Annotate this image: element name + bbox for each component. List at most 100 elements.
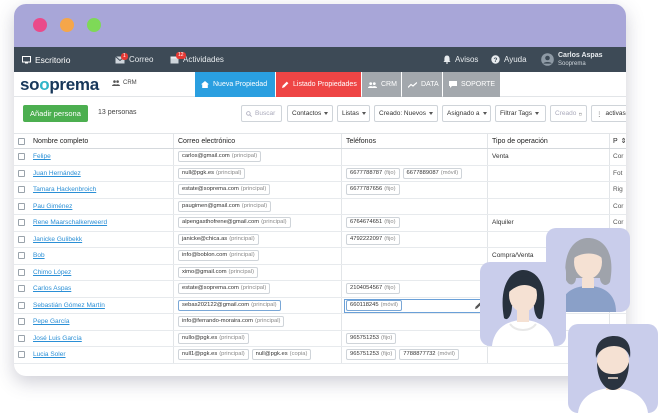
email-chip[interactable]: paugimen@gmail.com (principal) bbox=[178, 200, 272, 212]
email-chip[interactable]: null1@pgk.es (principal) bbox=[178, 349, 249, 361]
table-row[interactable]: Felipe carlos@gmail.com (principal) Venta Co… bbox=[14, 149, 626, 166]
lists-filter[interactable]: Listas bbox=[337, 105, 370, 122]
header-email[interactable]: Correo electrónico bbox=[178, 134, 338, 148]
phone-chip[interactable]: 965751253 (fijo) bbox=[346, 349, 397, 361]
nav-activities[interactable]: 12 Actividades bbox=[170, 47, 224, 72]
row-checkbox[interactable] bbox=[18, 169, 25, 177]
nav-desk[interactable]: Escritorio bbox=[22, 47, 70, 72]
user-menu[interactable]: Carlos Aspas Sooprema bbox=[541, 47, 602, 72]
email-cell[interactable]: estate@soprema.com (principal) bbox=[178, 281, 340, 297]
row-checkbox[interactable] bbox=[18, 202, 25, 210]
contacts-filter[interactable]: Contactos bbox=[287, 105, 333, 122]
person-name-link[interactable]: Juan Hernández bbox=[33, 170, 81, 177]
email-cell[interactable]: sebas202122@gmail.com (principal) bbox=[178, 298, 340, 314]
tab-support[interactable]: SOPORTE bbox=[443, 72, 500, 97]
phone-cell[interactable]: 965751253 (fijo) 7788877732 (móvil) bbox=[346, 347, 486, 363]
email-chip[interactable]: estate@soprema.com (principal) bbox=[178, 283, 271, 295]
minimize-window-button[interactable] bbox=[60, 18, 74, 32]
row-checkbox[interactable] bbox=[18, 186, 25, 194]
email-chip[interactable]: janicke@chica.as (principal) bbox=[178, 233, 259, 245]
add-person-button[interactable]: Añadir persona bbox=[23, 105, 88, 122]
phone-edit-field[interactable] bbox=[344, 298, 489, 313]
phone-chip[interactable]: 2104054567 (fijo) bbox=[346, 283, 400, 295]
email-cell[interactable]: carlos@gmail.com (principal) bbox=[178, 149, 340, 165]
tab-new-property[interactable]: Nueva Propiedad bbox=[195, 72, 275, 97]
email-cell[interactable]: null@pgk.es (principal) bbox=[178, 166, 340, 182]
tab-property-list[interactable]: Listado Propiedades bbox=[276, 72, 361, 97]
person-name-link[interactable]: Carlos Aspas bbox=[33, 285, 71, 292]
header-phones[interactable]: Teléfonos bbox=[346, 134, 486, 148]
nav-help[interactable]: ? Ayuda bbox=[491, 47, 527, 72]
phone-cell[interactable] bbox=[346, 149, 486, 165]
email-chip[interactable]: info@ferrando-moraira.com (principal) bbox=[178, 316, 285, 328]
row-checkbox[interactable] bbox=[18, 219, 25, 227]
phone-cell[interactable]: 4792222097 (fijo) bbox=[346, 232, 486, 248]
operation-type-cell[interactable] bbox=[492, 166, 607, 182]
email-chip[interactable]: carlos@gmail.com (principal) bbox=[178, 151, 262, 163]
email-cell[interactable]: nullo@pgk.es (principal) bbox=[178, 331, 340, 347]
phone-chip[interactable]: 6677788787 (fijo) bbox=[346, 167, 400, 179]
person-name-link[interactable]: Lucia Soler bbox=[33, 351, 66, 358]
phone-chip[interactable]: 6764674651 (fijo) bbox=[346, 217, 400, 229]
table-row[interactable]: Juan Hernández null@pgk.es (principal) 6677… bbox=[14, 165, 626, 182]
maximize-window-button[interactable] bbox=[87, 18, 101, 32]
email-chip[interactable]: ximo@gmail.com (principal) bbox=[178, 266, 258, 278]
tab-data[interactable]: DATA bbox=[402, 72, 442, 97]
nav-mail[interactable]: 1 Correo bbox=[115, 47, 153, 72]
row-checkbox[interactable] bbox=[18, 318, 25, 326]
phone-cell[interactable] bbox=[346, 314, 486, 330]
phone-chip[interactable]: 965751253 (fijo) bbox=[346, 332, 397, 344]
email-cell[interactable]: alpengasthofrene@gmail.com (principal) bbox=[178, 215, 340, 231]
person-name-link[interactable]: Janicke Gulibekk bbox=[33, 236, 82, 243]
email-chip[interactable]: null@pgk.es (principal) bbox=[178, 167, 246, 179]
phone-cell[interactable]: 6764674651 (fijo) bbox=[346, 215, 486, 231]
operation-type-cell[interactable] bbox=[492, 199, 607, 215]
email-cell[interactable]: paugimen@gmail.com (principal) bbox=[178, 199, 340, 215]
email-cell[interactable]: ximo@gmail.com (principal) bbox=[178, 265, 340, 281]
person-name-link[interactable]: Tamara Hackenbroich bbox=[33, 186, 96, 193]
row-checkbox[interactable] bbox=[18, 351, 25, 359]
email-chip[interactable]: info@boblon.com (principal) bbox=[178, 250, 259, 262]
phone-chip[interactable]: 7788877732 (móvil) bbox=[399, 349, 459, 361]
row-checkbox[interactable] bbox=[18, 235, 25, 243]
extra-cell[interactable]: Cor bbox=[613, 199, 626, 215]
extra-cell[interactable]: Rig bbox=[613, 182, 626, 198]
search-input[interactable]: Buscar bbox=[241, 105, 282, 122]
email-cell[interactable]: janicke@chica.as (principal) bbox=[178, 232, 340, 248]
assigned-filter[interactable]: Asignado a bbox=[442, 105, 491, 122]
person-name-link[interactable]: Bob bbox=[33, 252, 45, 259]
email-chip[interactable]: estate@soprema.com (principal) bbox=[178, 184, 271, 196]
active-filter[interactable]: ⋮ activas bbox=[591, 105, 626, 122]
row-checkbox[interactable] bbox=[18, 334, 25, 342]
email-cell[interactable]: info@boblon.com (principal) bbox=[178, 248, 340, 264]
email-cell[interactable]: info@ferrando-moraira.com (principal) bbox=[178, 314, 340, 330]
table-row[interactable]: Pau Giménez paugimen@gmail.com (principal)… bbox=[14, 198, 626, 215]
phone-cell[interactable]: 6677787656 (fijo) bbox=[346, 182, 486, 198]
row-checkbox[interactable] bbox=[18, 301, 25, 309]
person-name-link[interactable]: Pau Giménez bbox=[33, 203, 72, 210]
close-window-button[interactable] bbox=[33, 18, 47, 32]
row-checkbox[interactable] bbox=[18, 268, 25, 276]
extra-cell[interactable]: Cor bbox=[613, 149, 626, 165]
select-all-checkbox[interactable] bbox=[18, 137, 25, 145]
phone-cell[interactable]: 965751253 (fijo) bbox=[346, 331, 486, 347]
phone-cell[interactable] bbox=[346, 248, 486, 264]
table-row[interactable]: Lucia Soler null1@pgk.es (principal) null@p… bbox=[14, 347, 626, 364]
tab-crm[interactable]: CRM bbox=[362, 72, 401, 97]
tags-filter[interactable]: Filtrar Tags bbox=[495, 105, 546, 122]
phone-cell[interactable] bbox=[346, 199, 486, 215]
person-name-link[interactable]: José Luis García bbox=[33, 335, 82, 342]
phone-cell[interactable]: 2104054567 (fijo) bbox=[346, 281, 486, 297]
row-checkbox[interactable] bbox=[18, 285, 25, 293]
header-name[interactable]: Nombre completo bbox=[33, 134, 173, 148]
email-cell[interactable]: estate@soprema.com (principal) bbox=[178, 182, 340, 198]
phone-cell[interactable] bbox=[346, 265, 486, 281]
header-operation-type[interactable]: Tipo de operación bbox=[492, 134, 607, 148]
table-row[interactable]: Rene Maarschalkerweerd alpengasthofrene@g… bbox=[14, 215, 626, 232]
email-chip[interactable]: sebas202122@gmail.com (principal) bbox=[178, 299, 281, 311]
person-name-link[interactable]: Chimo López bbox=[33, 269, 71, 276]
operation-type-cell[interactable] bbox=[492, 182, 607, 198]
phone-cell[interactable]: 6677788787 (fijo) 6677889087 (móvil) bbox=[346, 166, 486, 182]
phone-chip[interactable]: 4792222097 (fijo) bbox=[346, 233, 400, 245]
table-row[interactable]: Janicke Gulibekk janicke@chica.as (princip… bbox=[14, 231, 626, 248]
